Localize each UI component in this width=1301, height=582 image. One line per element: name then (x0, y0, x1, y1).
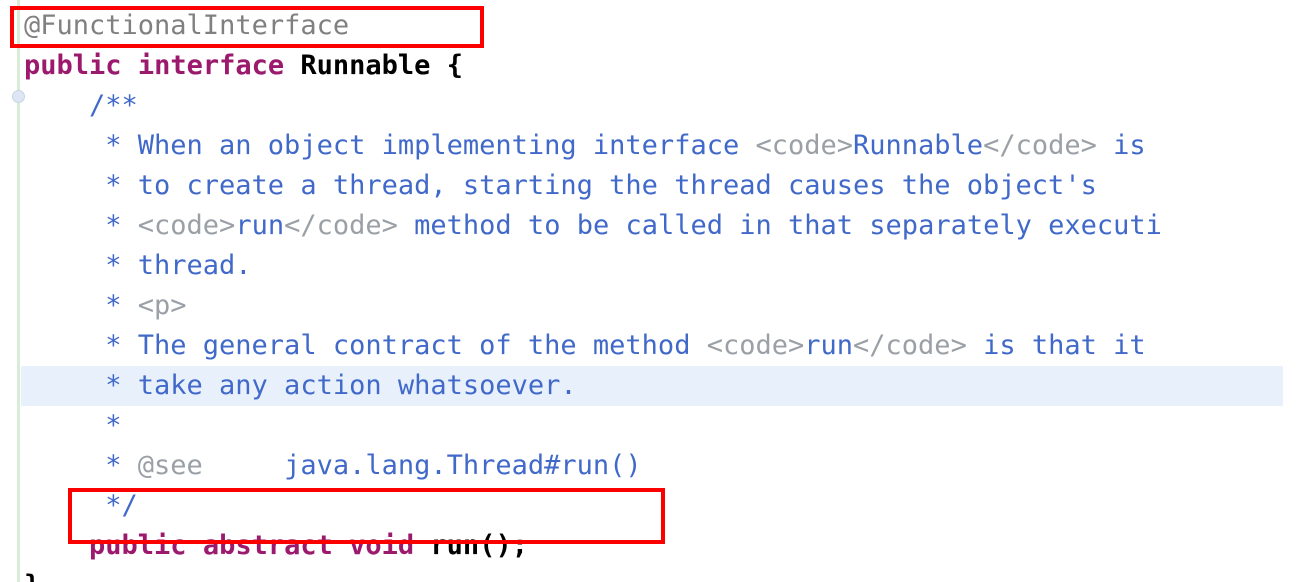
line-close-brace[interactable]: } (0, 566, 1301, 582)
token-doc: run (804, 330, 854, 361)
token-punc: } (24, 570, 40, 582)
line-doc-6[interactable]: * The general contract of the method <co… (0, 326, 1301, 366)
token-tag: <code> (755, 130, 854, 161)
line-interface-decl[interactable]: public interface Runnable { (0, 46, 1301, 86)
highlight-box-functional-interface (10, 6, 484, 48)
token-doc: is (1096, 130, 1146, 161)
token-tag: </code> (284, 210, 398, 241)
code-line-text: /** (0, 86, 138, 126)
token-doc: Runnable (853, 130, 984, 161)
token-doc: run (235, 210, 285, 241)
line-doc-2[interactable]: * to create a thread, starting the threa… (0, 166, 1301, 206)
line-doc-1[interactable]: * When an object implementing interface … (0, 126, 1301, 166)
code-line-text: public interface Runnable { (0, 46, 463, 86)
token-doc: * (105, 410, 122, 441)
code-line-text: * take any action whatsoever. (0, 366, 577, 406)
token-punc (284, 50, 300, 81)
code-line-text: * @see java.lang.Thread#run() (0, 446, 642, 486)
line-doc-4[interactable]: * thread. (0, 246, 1301, 286)
code-line-text: * The general contract of the method <co… (0, 326, 1146, 366)
line-doc-5[interactable]: * <p> (0, 286, 1301, 326)
token-doc: method to be called in that separately e… (397, 210, 1162, 241)
token-punc: { (430, 50, 463, 81)
token-doc: * The general contract of the method (105, 330, 707, 361)
line-doc-8[interactable]: * (0, 406, 1301, 446)
token-tag: </code> (983, 130, 1097, 161)
token-doc: java.lang.Thread#run() (202, 450, 642, 481)
code-line-text: * <code>run</code> method to be called i… (0, 206, 1162, 246)
code-line-text: * to create a thread, starting the threa… (0, 166, 1097, 206)
code-line-text: } (0, 566, 40, 582)
token-tag: <code> (706, 330, 805, 361)
token-tag: <p> (137, 290, 187, 321)
line-doc-open[interactable]: /** (0, 86, 1301, 126)
token-doc: * When an object implementing interface (105, 130, 756, 161)
token-kw: interface (137, 50, 285, 81)
token-doc: * (105, 450, 138, 481)
token-tag: </code> (853, 330, 967, 361)
code-line-text: * <p> (0, 286, 187, 326)
code-editor-screenshot: @FunctionalInterface public interface Run… (0, 0, 1301, 582)
token-tag: <code> (137, 210, 236, 241)
token-doc: is that it (966, 330, 1146, 361)
token-doc: * thread. (105, 250, 252, 281)
line-doc-3[interactable]: * <code>run</code> method to be called i… (0, 206, 1301, 246)
line-doc-see[interactable]: * @see java.lang.Thread#run() (0, 446, 1301, 486)
code-line-text: * (0, 406, 122, 446)
token-doc: * take any action whatsoever. (105, 370, 577, 401)
token-tag: @see (137, 450, 203, 481)
token-kw: public (24, 50, 122, 81)
line-doc-7[interactable]: * take any action whatsoever. (0, 366, 1301, 406)
token-doc: * to create a thread, starting the threa… (105, 170, 1097, 201)
token-punc (122, 50, 138, 81)
token-doc: * (105, 290, 138, 321)
code-line-text: * thread. (0, 246, 252, 286)
token-doc: /** (89, 90, 138, 121)
token-doc: * (105, 210, 138, 241)
code-line-text: * When an object implementing interface … (0, 126, 1146, 166)
token-id: Runnable (300, 50, 431, 81)
highlight-box-abstract-method (68, 488, 665, 544)
